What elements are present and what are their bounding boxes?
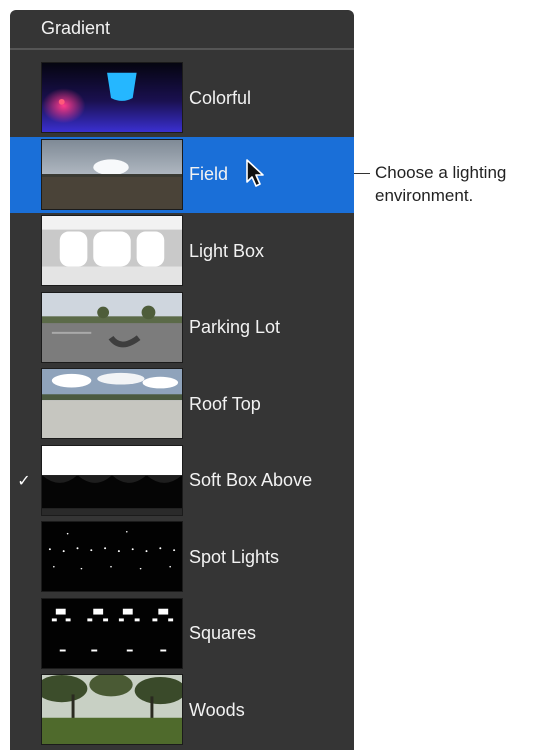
menu-item-label: Spot Lights — [189, 546, 280, 567]
menu-header-gradient[interactable]: Gradient — [10, 10, 354, 50]
menu-item-soft-box-above[interactable]: ✓ Soft Box Above — [10, 443, 354, 520]
spot-lights-thumbnail — [41, 521, 183, 592]
menu-item-light-box[interactable]: Light Box — [10, 213, 354, 290]
callout-line — [354, 173, 370, 174]
menu-item-label: Field — [189, 164, 229, 185]
menu-item-roof-top[interactable]: Roof Top — [10, 366, 354, 443]
menu-item-label: Squares — [189, 623, 257, 644]
colorful-thumbnail — [41, 62, 183, 133]
field-thumbnail — [41, 138, 183, 210]
light-box-thumbnail — [41, 215, 183, 286]
menu-item-label: Roof Top — [189, 393, 261, 414]
soft-box-above-thumbnail — [41, 444, 183, 516]
menu-item-squares[interactable]: Squares — [10, 596, 354, 673]
menu-item-label: Soft Box Above — [189, 470, 313, 491]
environment-list: Colorful Field Light Box Parking Lot Roo… — [10, 60, 354, 749]
menu-item-label: Parking Lot — [189, 317, 281, 338]
menu-item-woods[interactable]: Woods — [10, 672, 354, 749]
lighting-environment-menu: Gradient Colorful Field Light Box Parkin… — [10, 10, 354, 750]
menu-item-parking-lot[interactable]: Parking Lot — [10, 290, 354, 367]
woods-thumbnail — [41, 674, 183, 745]
checkmark-icon: ✓ — [17, 472, 31, 490]
parking-lot-thumbnail — [41, 291, 183, 363]
squares-thumbnail — [41, 597, 183, 669]
menu-item-label: Woods — [189, 699, 245, 720]
menu-item-colorful[interactable]: Colorful — [10, 60, 354, 137]
mouse-pointer-icon — [246, 159, 264, 187]
callout-text: Choose a lighting environment. — [375, 163, 507, 205]
menu-item-field[interactable]: Field — [10, 136, 354, 213]
menu-item-spot-lights[interactable]: Spot Lights — [10, 519, 354, 596]
menu-item-label: Colorful — [189, 87, 252, 108]
roof-top-thumbnail — [41, 368, 183, 439]
menu-item-label: Light Box — [189, 240, 265, 261]
